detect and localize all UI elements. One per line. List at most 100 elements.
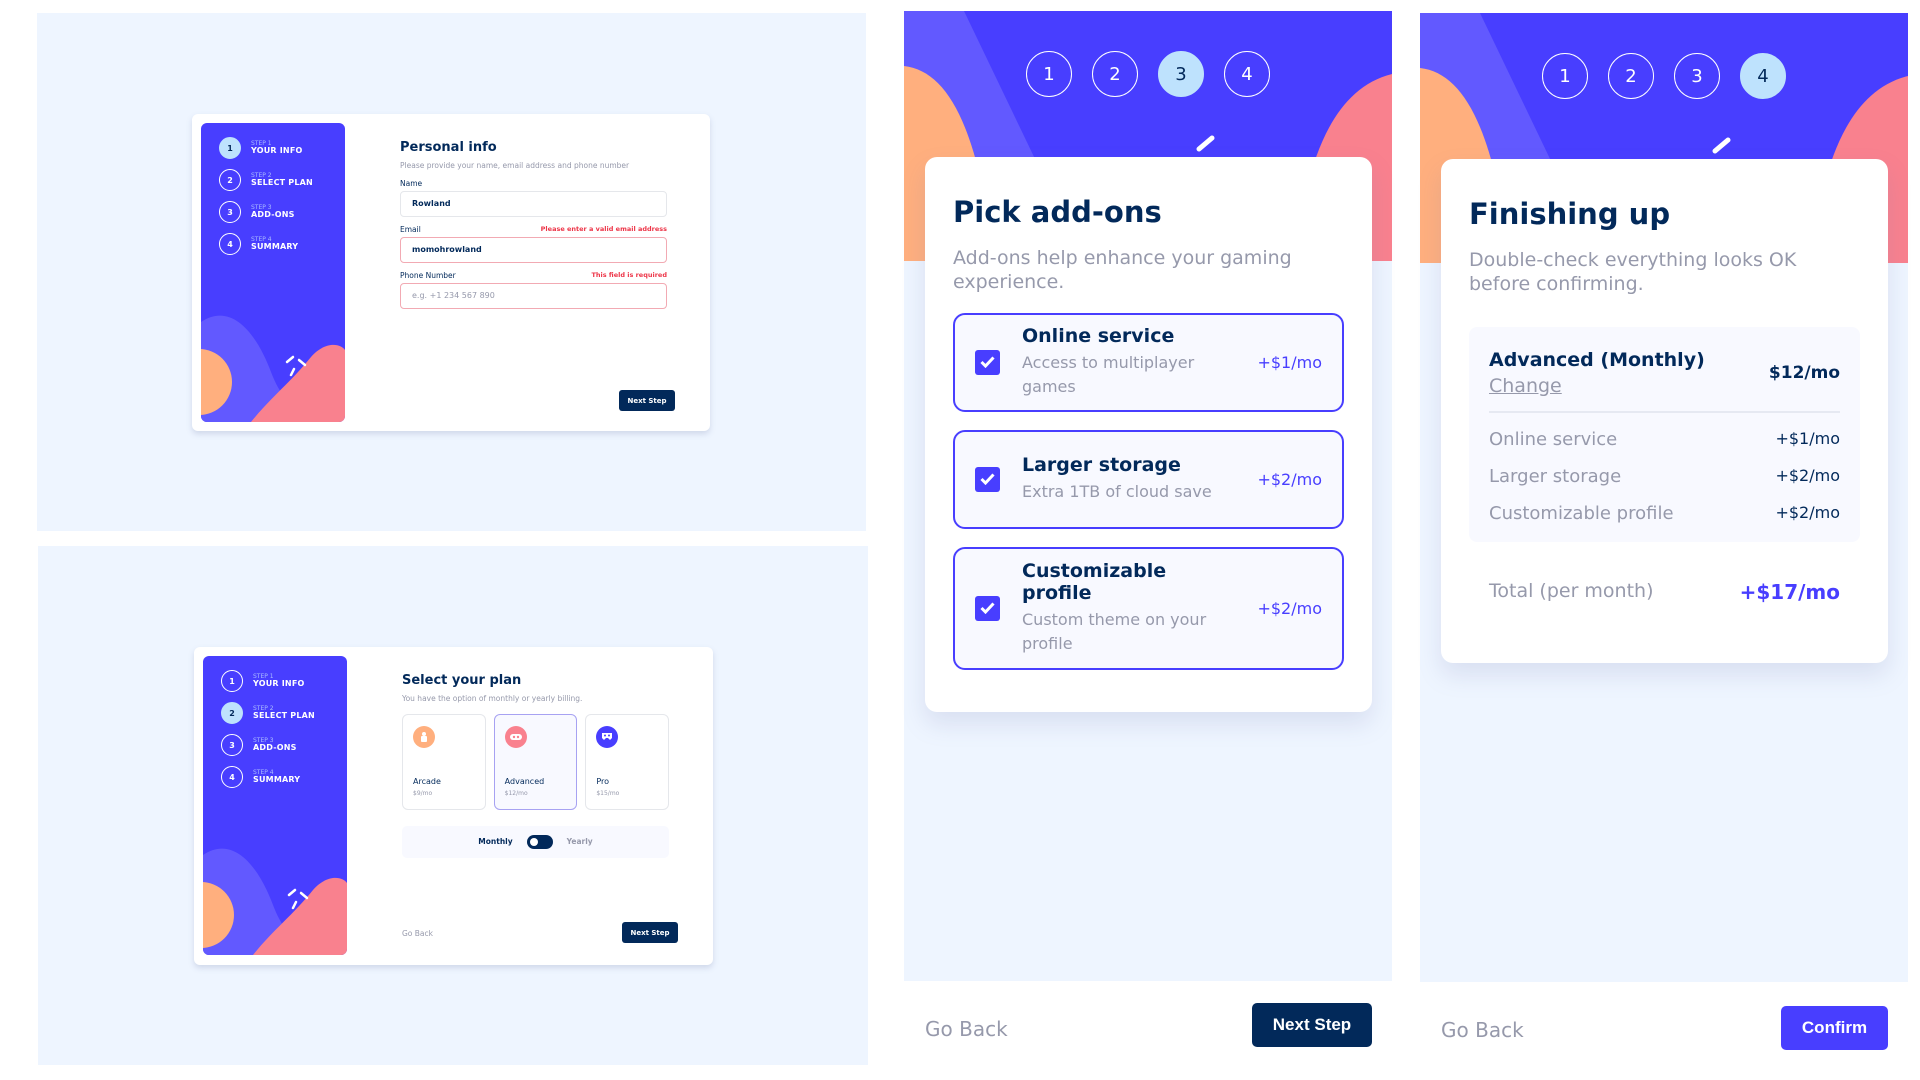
- step-circle-4[interactable]: 4: [1740, 53, 1786, 99]
- next-step-button[interactable]: Next Step: [1252, 1003, 1372, 1047]
- confirm-button[interactable]: Confirm: [1781, 1006, 1888, 1050]
- arcade-icon: [413, 725, 435, 748]
- addon-larger-storage[interactable]: Larger storage Extra 1TB of cloud save +…: [953, 429, 1344, 529]
- footer-nav: Go Back Confirm: [1420, 982, 1908, 1072]
- page-subtitle: Add-ons help enhance your gaming experie…: [953, 247, 1292, 293]
- step-number: 3: [219, 201, 241, 223]
- email-input[interactable]: momohrowland: [400, 236, 667, 263]
- step-circle-1[interactable]: 1: [1026, 51, 1072, 97]
- go-back-button[interactable]: Go Back: [1441, 1018, 1524, 1042]
- addon-price: +$1/mo: [1775, 428, 1840, 448]
- plan-price: $15/mo: [596, 789, 620, 797]
- plan-card-advanced[interactable]: Advanced $12/mo: [493, 713, 578, 810]
- sidebar: 1 STEP 1 YOUR INFO 2 STEP 2 SELECT PLAN 3 …: [201, 123, 345, 422]
- step-circle-3[interactable]: 3: [1158, 51, 1204, 97]
- sidebar-step-3[interactable]: 3 STEP 3 ADD-ONS: [219, 201, 295, 223]
- form-card: 1 STEP 1 YOUR INFO 2 STEP 2 SELECT PLAN 3 …: [194, 647, 713, 965]
- sidebar-step-4[interactable]: 4 STEP 4 SUMMARY: [219, 233, 298, 255]
- plan-name: Advanced: [504, 776, 545, 786]
- checkmark-icon: [980, 602, 995, 614]
- addon-name: Online service: [1489, 428, 1618, 450]
- summary-addon-row: Customizable profile +$2/mo: [1489, 503, 1840, 524]
- step-circle-4[interactable]: 4: [1224, 51, 1270, 97]
- checkbox-checked[interactable]: [975, 595, 1000, 621]
- plan-card-pro[interactable]: Pro $15/mo: [585, 713, 670, 810]
- addons-card: Pick add-ons Add-ons help enhance your g…: [925, 157, 1372, 712]
- step-circle-2[interactable]: 2: [1608, 53, 1654, 99]
- step-label: SELECT PLAN: [253, 710, 315, 720]
- advanced-icon: [504, 725, 527, 748]
- name-input[interactable]: Rowland: [400, 190, 667, 217]
- total-price: +$17/mo: [1739, 579, 1840, 604]
- sidebar-step-4[interactable]: 4 STEP 4 SUMMARY: [221, 766, 300, 788]
- phone-error: This field is required: [591, 270, 667, 279]
- step-circle-1[interactable]: 1: [1542, 53, 1588, 99]
- sidebar-step-1[interactable]: 1 STEP 1 YOUR INFO: [221, 670, 305, 692]
- plan-name: Pro: [596, 776, 610, 786]
- addon-name: Larger storage: [1022, 454, 1181, 476]
- name-label: Name: [400, 178, 423, 188]
- billing-toggle-row: Monthly Yearly: [402, 825, 669, 858]
- plan-card-arcade[interactable]: Arcade $9/mo: [402, 713, 486, 810]
- sidebar-step-1[interactable]: 1 STEP 1 YOUR INFO: [219, 137, 303, 159]
- step-indicator: 1 2 3 4: [1420, 53, 1908, 99]
- page-subtitle: Double-check everything looks OK before …: [1469, 249, 1797, 295]
- addon-name: Larger storage: [1489, 465, 1622, 487]
- addon-description: Custom theme on your profile: [1022, 610, 1207, 653]
- step-label: YOUR INFO: [253, 678, 305, 688]
- checkmark-icon: [980, 356, 995, 368]
- step-circle-2[interactable]: 2: [1092, 51, 1138, 97]
- personal-info-form: Personal info Please provide your name, …: [400, 140, 667, 309]
- step-label: SUMMARY: [253, 774, 301, 784]
- mobile-summary-screen: 1 2 3 4 Finishing up Double-check everyt…: [1420, 13, 1908, 1072]
- addon-name: Customizable profile: [1489, 502, 1674, 524]
- addon-price: +$1/mo: [1257, 352, 1322, 372]
- addon-description: Extra 1TB of cloud save: [1022, 482, 1212, 501]
- change-plan-link[interactable]: Change: [1489, 375, 1705, 397]
- sidebar-decoration: [201, 315, 345, 422]
- next-step-button[interactable]: Next Step: [619, 390, 675, 411]
- step-number: 4: [219, 233, 241, 255]
- step-label: ADD-ONS: [251, 209, 295, 219]
- addon-price: +$2/mo: [1775, 465, 1840, 485]
- summary-addon-row: Larger storage +$2/mo: [1489, 466, 1840, 487]
- go-back-button[interactable]: Go Back: [402, 929, 433, 938]
- step-number: 2: [221, 702, 243, 724]
- step-label: ADD-ONS: [253, 742, 297, 752]
- plan-price: $12/mo: [504, 789, 528, 797]
- page-title: Personal info: [400, 140, 497, 155]
- plan-price: $9/mo: [413, 789, 433, 797]
- sidebar-step-2[interactable]: 2 STEP 2 SELECT PLAN: [221, 702, 315, 724]
- mobile-addons-screen: 1 2 3 4 Pick add-ons Add-ons help enhanc…: [904, 11, 1392, 1071]
- phone-input[interactable]: e.g. +1 234 567 890: [400, 282, 667, 309]
- addon-price: +$2/mo: [1257, 598, 1322, 618]
- checkbox-checked[interactable]: [975, 466, 1000, 492]
- addon-description: Access to multiplayer games: [1022, 353, 1195, 396]
- addon-name: Online service: [1022, 325, 1175, 347]
- sidebar-step-3[interactable]: 3 STEP 3 ADD-ONS: [221, 734, 297, 756]
- go-back-button[interactable]: Go Back: [925, 1017, 1008, 1041]
- monthly-label[interactable]: Monthly: [478, 837, 512, 846]
- select-plan-form: Select your plan You have the option of …: [402, 673, 670, 858]
- step-number: 4: [221, 766, 243, 788]
- addon-customizable-profile[interactable]: Customizable profile Custom theme on you…: [953, 546, 1344, 670]
- billing-toggle[interactable]: [526, 834, 553, 849]
- step-label: SUMMARY: [251, 241, 299, 251]
- addon-online-service[interactable]: Online service Access to multiplayer gam…: [953, 312, 1344, 412]
- plan-name: Advanced (Monthly): [1489, 348, 1705, 371]
- step-circle-3[interactable]: 3: [1674, 53, 1720, 99]
- page-subtitle: You have the option of monthly or yearly…: [402, 694, 583, 703]
- step-number: 3: [221, 734, 243, 756]
- step-number: 1: [221, 670, 243, 692]
- step-label: SELECT PLAN: [251, 177, 313, 187]
- checkbox-checked[interactable]: [975, 349, 1000, 375]
- plan-name: Arcade: [413, 776, 441, 786]
- desktop-select-plan-screen: 1 STEP 1 YOUR INFO 2 STEP 2 SELECT PLAN 3 …: [38, 546, 868, 1065]
- next-step-button[interactable]: Next Step: [622, 922, 678, 943]
- yearly-label[interactable]: Yearly: [567, 837, 593, 846]
- page-title: Select your plan: [402, 673, 522, 688]
- addon-price: +$2/mo: [1775, 502, 1840, 522]
- plan-price: $12/mo: [1768, 362, 1840, 383]
- summary-card: Finishing up Double-check everything loo…: [1441, 159, 1888, 663]
- sidebar-step-2[interactable]: 2 STEP 2 SELECT PLAN: [219, 169, 313, 191]
